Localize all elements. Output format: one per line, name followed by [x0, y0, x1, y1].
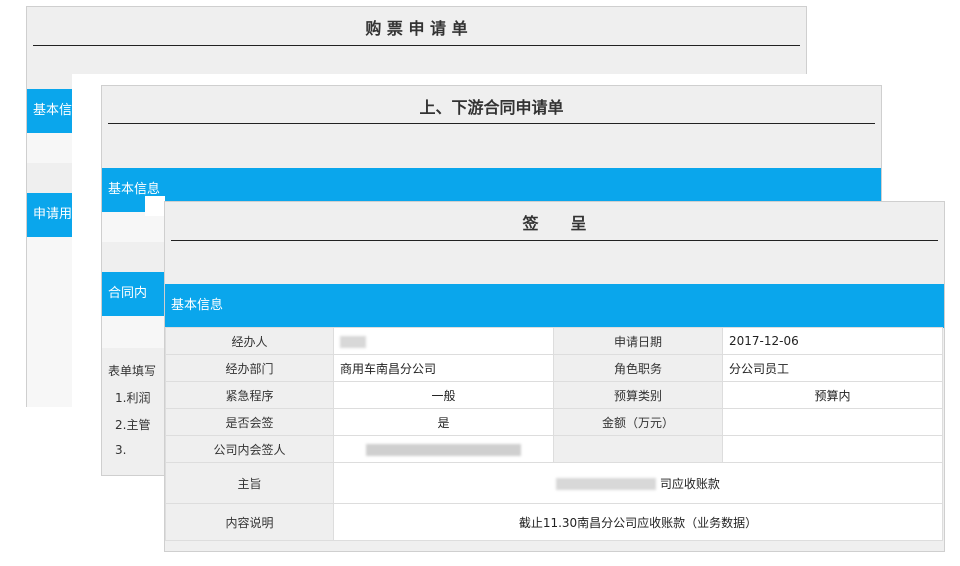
- redacted-subject: [556, 478, 657, 490]
- petition-form-card: [145, 196, 165, 216]
- title-divider: [108, 123, 875, 124]
- budget-type-value[interactable]: 预算内: [722, 381, 943, 409]
- empty-value: [722, 435, 943, 463]
- empty-label: [553, 435, 723, 463]
- table-row: 经办人 申请日期 2017-12-06: [165, 327, 943, 355]
- content-label: 内容说明: [165, 503, 334, 541]
- note-item: 1.利润: [115, 391, 151, 405]
- role-label: 角色职务: [553, 354, 723, 382]
- countersign-label: 是否会签: [165, 408, 334, 436]
- role-value[interactable]: 分公司员工: [722, 354, 943, 382]
- handler-label: 经办人: [165, 327, 334, 355]
- countersign-value[interactable]: 是: [333, 408, 554, 436]
- subject-label: 主旨: [165, 462, 334, 504]
- redacted-name: [340, 335, 366, 348]
- table-row: 主旨 司应收账款: [165, 462, 943, 504]
- title-divider: [33, 45, 800, 46]
- table-row: 公司内会签人: [165, 435, 943, 463]
- internal-signer-label: 公司内会签人: [165, 435, 334, 463]
- title-divider: [171, 240, 938, 241]
- form-title: 签 呈: [522, 214, 587, 233]
- note-item: 2.主管: [115, 418, 151, 432]
- redacted-signers: [366, 443, 521, 456]
- notes-label: 表单填写: [108, 364, 157, 378]
- table-row: 是否会签 是 金额（万元）: [165, 408, 943, 436]
- table-row: 内容说明 截止11.30南昌分公司应收账款（业务数据）: [165, 503, 943, 541]
- table-row: 经办部门 商用车南昌分公司 角色职务 分公司员工: [165, 354, 943, 382]
- subject-value[interactable]: 司应收账款: [333, 462, 943, 504]
- apply-date-value[interactable]: 2017-12-06: [722, 327, 943, 355]
- section-header-contract[interactable]: 合同内: [102, 272, 168, 316]
- amount-label: 金额（万元）: [553, 408, 723, 436]
- form-title: 购 票 申 请 单: [365, 19, 468, 38]
- urgency-value[interactable]: 一般: [333, 381, 554, 409]
- handler-value[interactable]: [333, 327, 554, 355]
- internal-signer-value[interactable]: [333, 435, 554, 463]
- urgency-label: 紧急程序: [165, 381, 334, 409]
- section-header-basic[interactable]: 基本信息: [165, 284, 944, 328]
- apply-date-label: 申请日期: [553, 327, 723, 355]
- department-label: 经办部门: [165, 354, 334, 382]
- amount-value[interactable]: [722, 408, 943, 436]
- budget-type-label: 预算类别: [553, 381, 723, 409]
- note-item: 3.: [115, 443, 127, 457]
- petition-form: 签 呈 基本信息 经办人 申请日期 2017-12-06 经办部门 商用车南昌分…: [164, 201, 945, 552]
- content-value[interactable]: 截止11.30南昌分公司应收账款（业务数据）: [333, 503, 943, 541]
- department-value[interactable]: 商用车南昌分公司: [333, 354, 554, 382]
- form-title: 上、下游合同申请单: [419, 98, 564, 117]
- basic-info-table: 经办人 申请日期 2017-12-06 经办部门 商用车南昌分公司 角色职务 分…: [165, 327, 943, 541]
- table-row: 紧急程序 一般 预算类别 预算内: [165, 381, 943, 409]
